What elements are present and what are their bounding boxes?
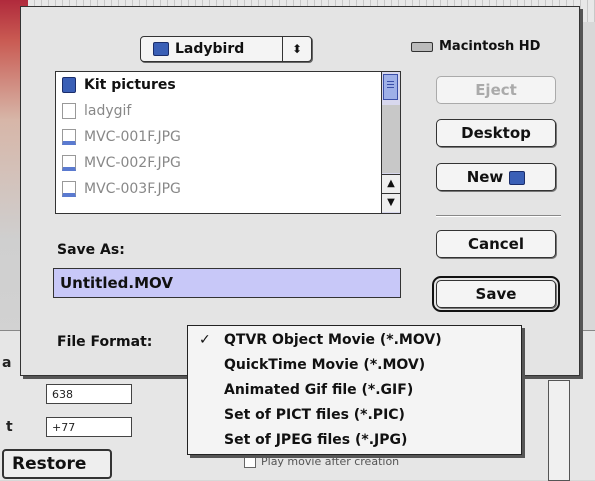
menu-item-quicktime-movie[interactable]: QuickTime Movie (*.MOV) [188,353,521,377]
new-folder-button[interactable]: New [436,163,556,191]
menu-item-qtvr-object-movie[interactable]: ✓ QTVR Object Movie (*.MOV) [188,328,521,352]
document-icon [62,103,76,119]
list-item[interactable]: MVC-001F.JPG [56,124,181,150]
file-format-menu[interactable]: ✓ QTVR Object Movie (*.MOV) QuickTime Mo… [187,325,522,455]
restore-button[interactable]: Restore [2,449,112,479]
file-name: MVC-003F.JPG [84,181,181,197]
disk-indicator: Macintosh HD [411,39,540,54]
file-name: MVC-001F.JPG [84,129,181,145]
list-item[interactable]: MVC-002F.JPG [56,150,181,176]
file-format-label: File Format: [57,334,153,350]
file-name: Kit pictures [84,77,176,93]
file-list-scrollbar[interactable]: ▲ ▼ [381,72,400,213]
hard-disk-icon [411,41,433,52]
menu-item-label: Set of PICT files (*.PIC) [224,407,405,423]
menu-item-pict-files[interactable]: Set of PICT files (*.PIC) [188,403,521,427]
folder-popup[interactable]: Ladybird ⬍ [140,36,312,62]
menu-item-label: Set of JPEG files (*.JPG) [224,432,408,448]
menu-item-jpeg-files[interactable]: Set of JPEG files (*.JPG) [188,428,521,452]
background-scrollbar[interactable] [548,380,570,481]
save-as-input[interactable] [53,268,401,298]
background-field-1[interactable]: 638 [46,384,132,404]
play-movie-checkbox[interactable] [244,455,256,468]
save-as-label: Save As: [57,242,125,258]
image-file-icon [62,155,76,171]
menu-item-label: QTVR Object Movie (*.MOV) [224,332,442,348]
scroll-thumb[interactable] [383,74,398,100]
scroll-up-arrow-icon[interactable]: ▲ [382,174,400,193]
new-folder-icon [509,170,526,185]
menu-item-label: Animated Gif file (*.GIF) [224,382,414,398]
file-list[interactable]: Kit pictures ladygif MVC-001F.JPG MVC-00… [55,71,401,214]
desktop-button[interactable]: Desktop [436,119,556,147]
file-name: MVC-002F.JPG [84,155,181,171]
play-movie-label: Play movie after creation [261,455,400,468]
button-separator [436,215,561,217]
background-label-a: a [2,355,12,371]
image-file-icon [62,129,76,145]
save-button[interactable]: Save [432,276,560,312]
menu-item-animated-gif[interactable]: Animated Gif file (*.GIF) [188,378,521,402]
cancel-button[interactable]: Cancel [436,230,556,258]
image-file-icon [62,181,76,197]
eject-button[interactable]: Eject [436,76,556,104]
list-item[interactable]: MVC-003F.JPG [56,176,181,202]
background-field-2[interactable]: +77 [46,417,132,437]
scroll-down-arrow-icon[interactable]: ▼ [382,193,400,212]
folder-icon [153,42,169,56]
new-folder-label: New [466,168,504,186]
play-movie-option[interactable]: Play movie after creation [244,455,399,468]
disk-name: Macintosh HD [439,39,541,54]
popup-arrows-icon: ⬍ [282,37,311,61]
list-item[interactable]: ladygif [56,98,131,124]
folder-popup-label: Ladybird [175,41,245,57]
checkmark-icon: ✓ [199,332,211,348]
scroll-track[interactable] [382,105,400,173]
menu-item-label: QuickTime Movie (*.MOV) [224,357,426,373]
list-item[interactable]: Kit pictures [56,72,176,98]
folder-icon [62,77,76,93]
background-label-t: t [6,419,13,435]
file-name: ladygif [84,103,132,119]
save-dialog: Ladybird ⬍ Macintosh HD Kit pictures lad… [20,6,580,376]
